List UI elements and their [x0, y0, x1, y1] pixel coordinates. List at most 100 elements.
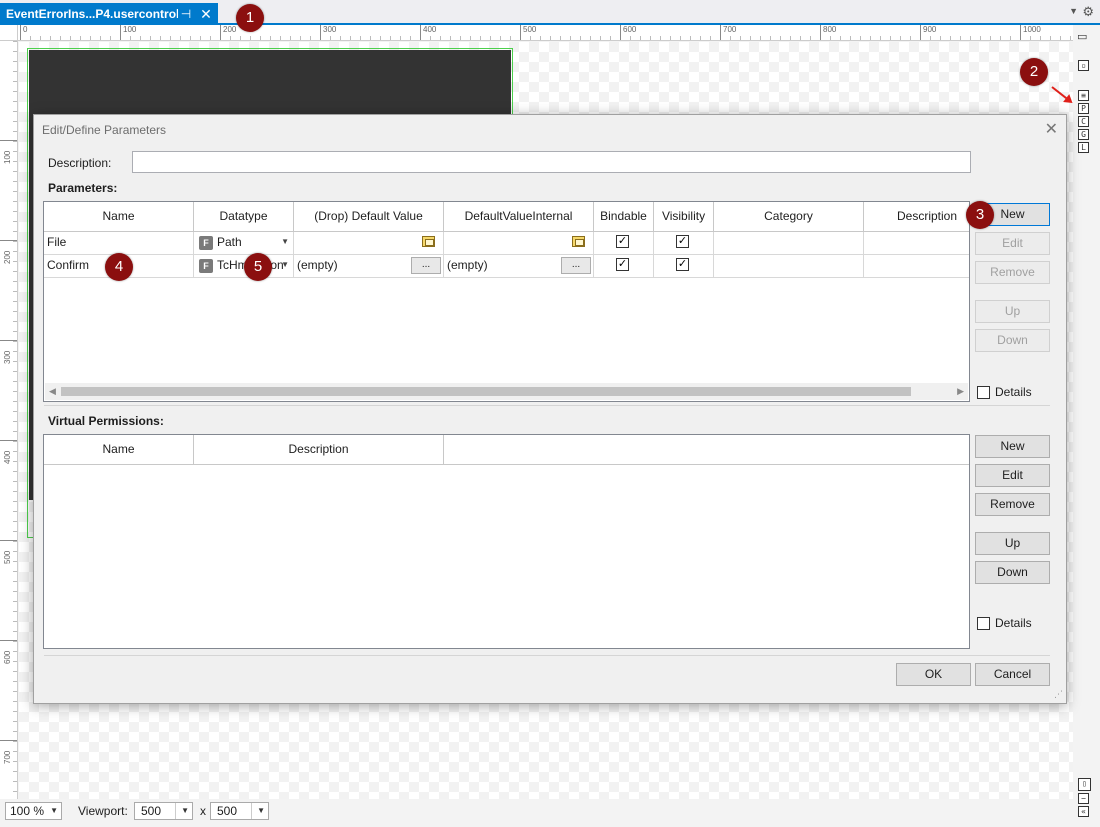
section-divider — [44, 405, 1050, 406]
edit-define-parameters-dialog: Edit/Define Parameters ✕ Description: Pa… — [33, 114, 1067, 704]
zoom-value: 100 % — [10, 804, 45, 818]
param-edit-button[interactable]: Edit — [975, 232, 1050, 255]
virt-edit-button[interactable]: Edit — [975, 464, 1050, 487]
ruler-h-tick: 900 — [920, 25, 936, 40]
ruler-h-tick: 400 — [420, 25, 436, 40]
tab-dropdown-icon[interactable]: ▼ — [1069, 6, 1078, 16]
ellipsis-button[interactable]: ... — [411, 257, 441, 274]
annotation-badge-5: 5 — [244, 253, 272, 281]
virt-new-button[interactable]: New — [975, 435, 1050, 458]
gear-icon[interactable]: ⚙ — [1082, 4, 1094, 20]
layout-icon[interactable]: ▯ — [1078, 778, 1091, 791]
dialog-title: Edit/Define Parameters — [42, 123, 167, 137]
scrollbar-thumb[interactable] — [61, 387, 911, 396]
properties-icon[interactable]: ≡ — [1078, 90, 1089, 101]
col-datatype[interactable]: Datatype — [194, 202, 294, 232]
description-label: Description: — [48, 156, 112, 170]
param-details-label: Details — [995, 385, 1032, 399]
chevron-down-icon[interactable]: ▼ — [281, 255, 289, 275]
col-description[interactable]: Description — [864, 202, 969, 232]
footer-divider — [44, 655, 1050, 656]
param-visibility-cell: ✓ — [654, 232, 714, 255]
ruler-h-tick: 100 — [120, 25, 136, 40]
param-default-cell[interactable]: (empty) ... — [294, 255, 444, 278]
virt-details-checkbox[interactable] — [977, 617, 990, 630]
document-tab-title[interactable]: EventErrorIns...P4.usercontrol — [6, 7, 178, 21]
col-name[interactable]: Name — [44, 202, 194, 232]
pin-icon[interactable]: ⊣ — [178, 7, 194, 21]
description-input[interactable] — [132, 151, 971, 173]
virtual-permissions-grid[interactable]: Name Description — [43, 434, 970, 649]
close-tab-icon[interactable]: ✕ — [198, 6, 214, 23]
collapse-icon[interactable]: « — [1078, 806, 1089, 817]
ruler-h-tick: 200 — [220, 25, 236, 40]
chevron-down-icon[interactable]: ▼ — [281, 232, 289, 252]
param-down-button[interactable]: Down — [975, 329, 1050, 352]
bindable-checkbox[interactable]: ✓ — [616, 235, 629, 248]
chevron-down-icon: ▼ — [181, 806, 189, 815]
param-up-button[interactable]: Up — [975, 300, 1050, 323]
toggle-icon[interactable]: ▫ — [1078, 60, 1089, 71]
col-visibility[interactable]: Visibility — [654, 202, 714, 232]
document-tab[interactable]: EventErrorIns...P4.usercontrol ⊣ ✕ — [0, 3, 218, 25]
param-internal-cell[interactable] — [444, 232, 594, 255]
ruler-h-tick: 800 — [820, 25, 836, 40]
virt-col-filler — [444, 435, 969, 465]
bindable-checkbox[interactable]: ✓ — [616, 258, 629, 271]
f-icon: F — [199, 258, 213, 273]
picker-icon[interactable] — [572, 236, 585, 247]
page-icon[interactable]: ▭ — [1077, 30, 1087, 43]
param-category-cell[interactable] — [714, 255, 864, 278]
annotation-badge-1: 1 — [236, 4, 264, 32]
scroll-right-icon[interactable]: ▶ — [957, 386, 964, 397]
status-bar: 100 % ▼ Viewport: 500 ▼ x 500 ▼ — [0, 799, 1073, 827]
resize-grip-icon[interactable]: ⋰ — [1054, 689, 1063, 700]
cancel-button[interactable]: Cancel — [975, 663, 1050, 686]
virtual-permissions-label: Virtual Permissions: — [48, 414, 164, 428]
viewport-height-select[interactable]: 500 ▼ — [210, 802, 269, 820]
annotation-badge-2: 2 — [1020, 58, 1048, 86]
param-details-checkbox[interactable] — [977, 386, 990, 399]
param-default-cell[interactable] — [294, 232, 444, 255]
p-icon[interactable]: P — [1078, 103, 1089, 114]
f-icon: F — [199, 235, 213, 250]
virt-down-button[interactable]: Down — [975, 561, 1050, 584]
scroll-left-icon[interactable]: ◀ — [49, 386, 56, 397]
param-remove-button[interactable]: Remove — [975, 261, 1050, 284]
virt-col-name[interactable]: Name — [44, 435, 194, 465]
virt-col-description[interactable]: Description — [194, 435, 444, 465]
zoom-select[interactable]: 100 % ▼ — [5, 802, 62, 820]
ellipsis-button[interactable]: ... — [561, 257, 591, 274]
visibility-checkbox[interactable]: ✓ — [676, 258, 689, 271]
col-bindable[interactable]: Bindable — [594, 202, 654, 232]
param-visibility-cell: ✓ — [654, 255, 714, 278]
col-default-value-internal[interactable]: DefaultValueInternal — [444, 202, 594, 232]
visibility-checkbox[interactable]: ✓ — [676, 235, 689, 248]
l-icon[interactable]: L — [1078, 142, 1089, 153]
viewport-width-select[interactable]: 500 ▼ — [134, 802, 193, 820]
ruler-h-tick: 500 — [520, 25, 536, 40]
param-category-cell[interactable] — [714, 232, 864, 255]
close-icon[interactable]: ✕ — [1045, 119, 1058, 139]
chevron-down-icon: ▼ — [50, 806, 58, 815]
horizontal-scrollbar[interactable]: ◀ ▶ — [45, 383, 968, 400]
virt-remove-button[interactable]: Remove — [975, 493, 1050, 516]
param-internal-cell[interactable]: (empty) ... — [444, 255, 594, 278]
param-description-cell[interactable] — [864, 255, 969, 278]
param-datatype-cell[interactable]: F Path ▼ — [194, 232, 294, 255]
virt-up-button[interactable]: Up — [975, 532, 1050, 555]
param-bindable-cell: ✓ — [594, 232, 654, 255]
minimize-icon[interactable]: − — [1078, 793, 1089, 804]
param-description-cell[interactable] — [864, 232, 969, 255]
col-category[interactable]: Category — [714, 202, 864, 232]
col-default-value[interactable]: (Drop) Default Value — [294, 202, 444, 232]
c-icon[interactable]: C — [1078, 116, 1089, 127]
picker-icon[interactable] — [422, 236, 435, 247]
ruler-h-tick: 600 — [620, 25, 636, 40]
virt-details-label: Details — [995, 616, 1032, 630]
g-icon[interactable]: G — [1078, 129, 1089, 140]
param-name-cell[interactable]: File — [44, 232, 194, 255]
parameters-grid[interactable]: Name Datatype (Drop) Default Value Defau… — [43, 201, 970, 402]
param-default-value: (empty) — [297, 258, 338, 272]
ok-button[interactable]: OK — [896, 663, 971, 686]
